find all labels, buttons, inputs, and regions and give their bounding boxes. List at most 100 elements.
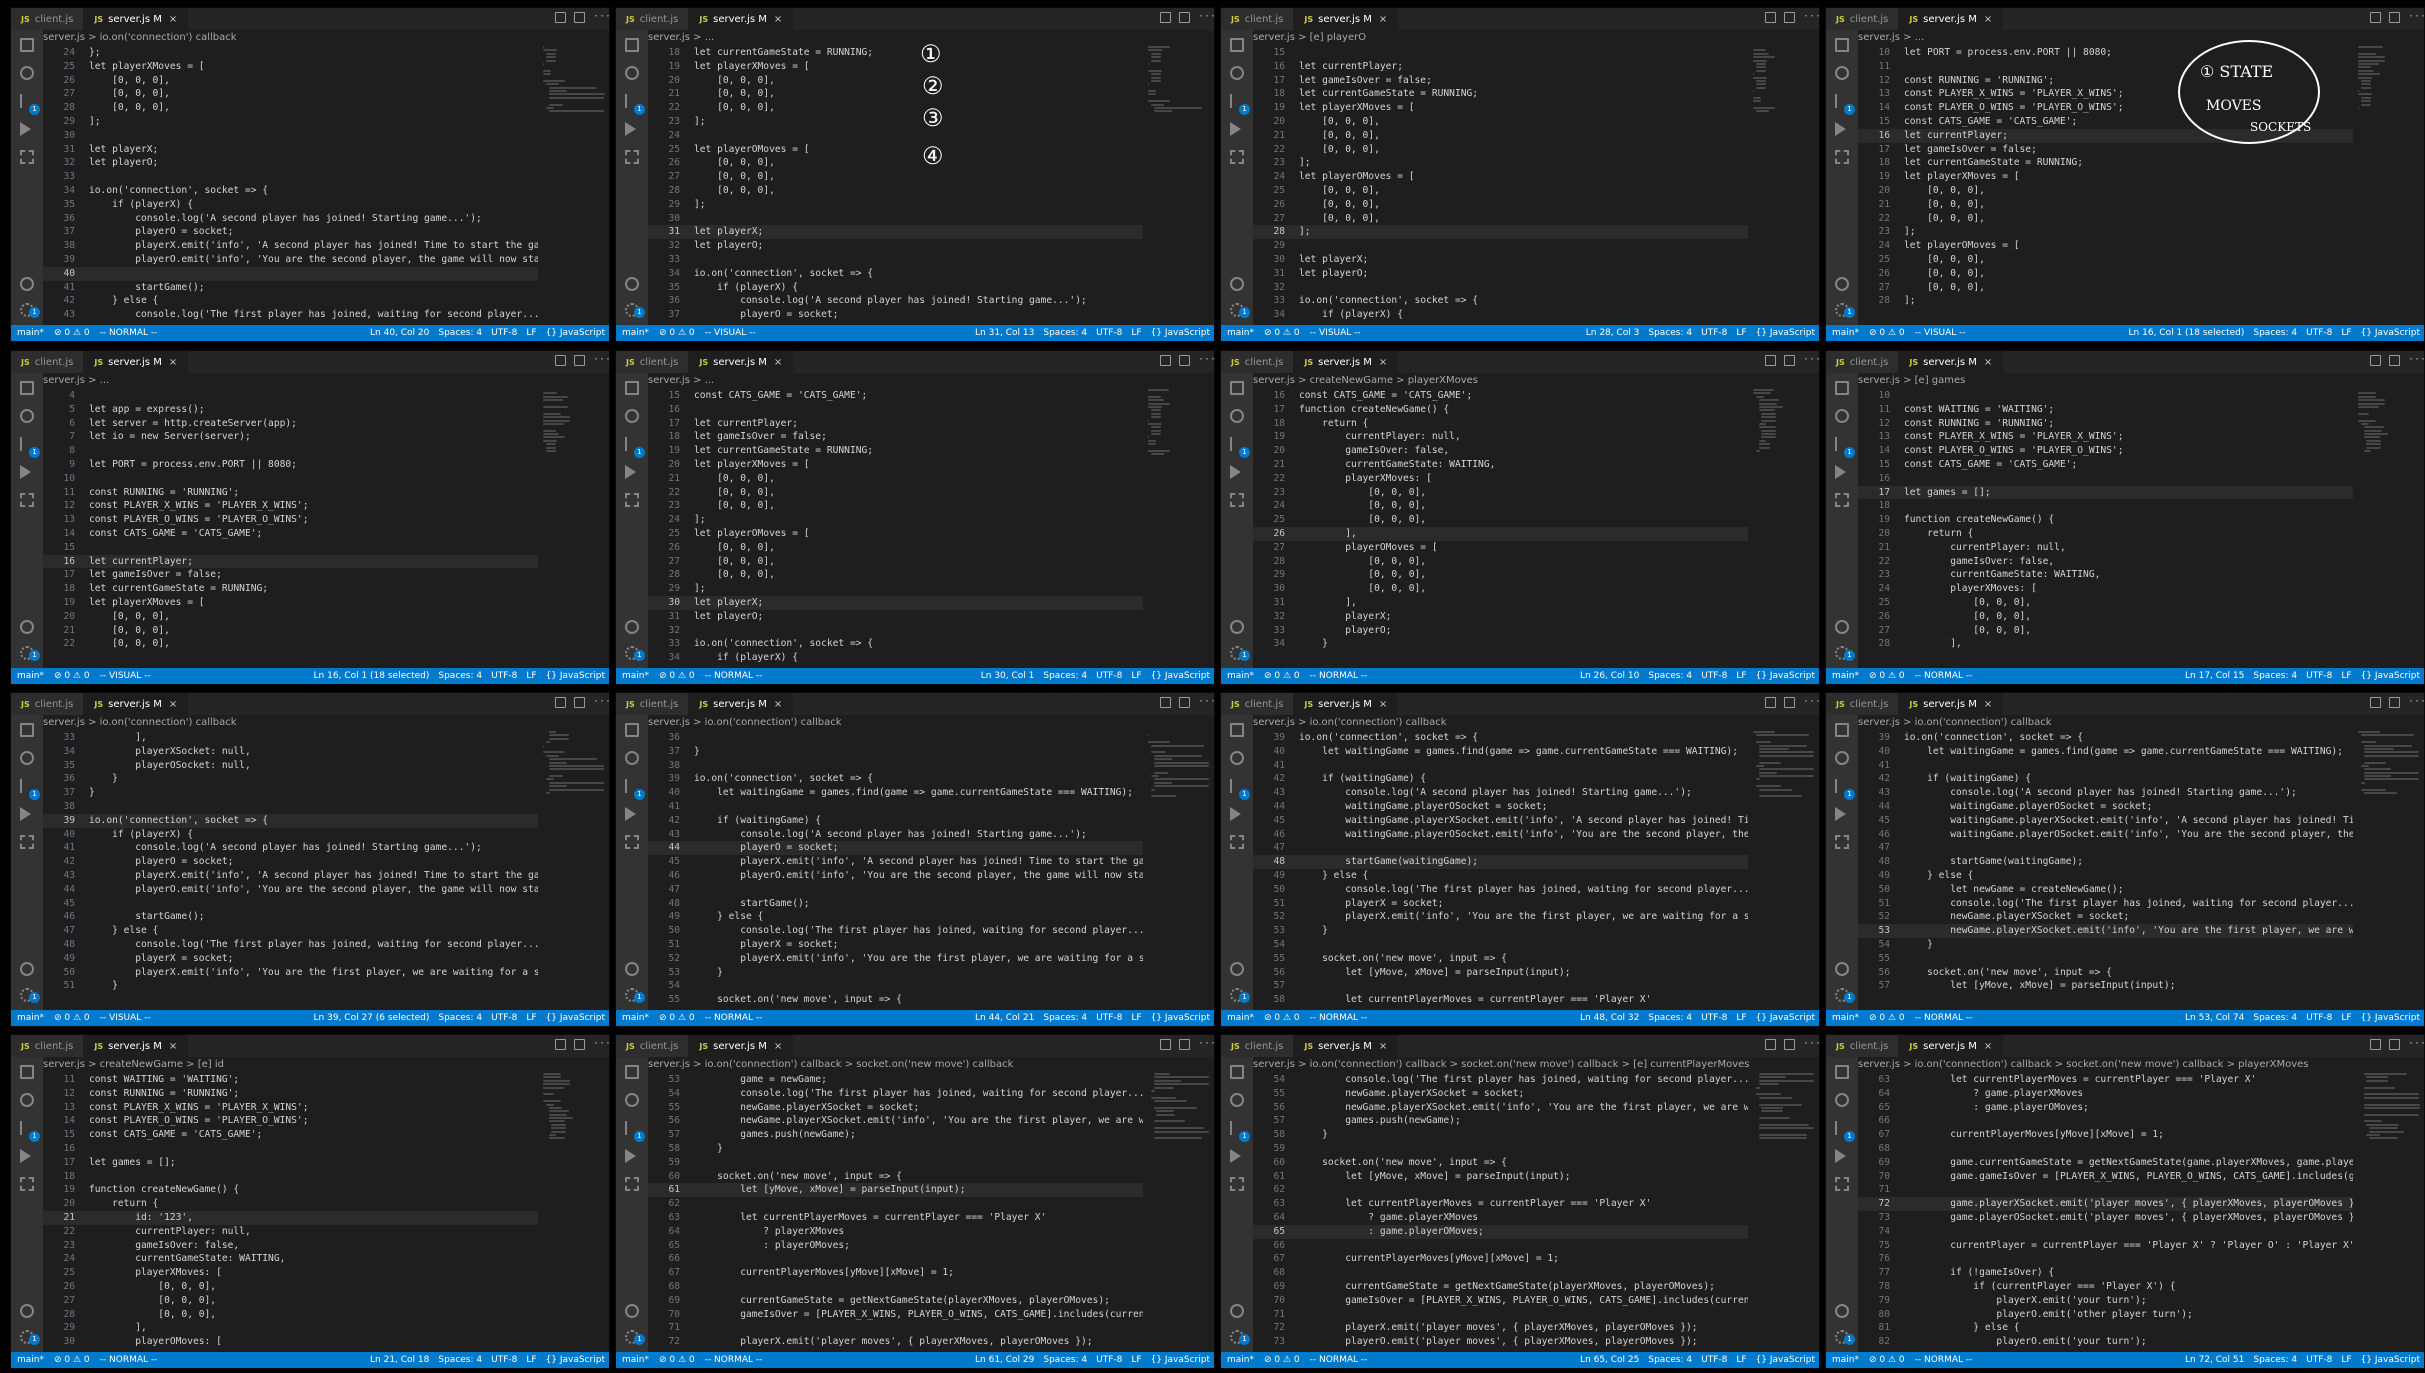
encoding[interactable]: UTF-8 <box>1701 325 1727 341</box>
language-mode[interactable]: {} JavaScript <box>2361 668 2420 684</box>
explorer-icon[interactable] <box>625 381 639 395</box>
close-icon[interactable]: × <box>1379 14 1387 25</box>
cursor-position[interactable]: Ln 28, Col 3 <box>1586 325 1640 341</box>
extensions-icon[interactable] <box>1835 493 1849 507</box>
vim-mode[interactable]: -- NORMAL -- <box>705 671 763 681</box>
vim-mode[interactable]: -- NORMAL -- <box>1915 1013 1973 1023</box>
open-changes-icon[interactable] <box>1765 697 1776 708</box>
run-debug-icon[interactable] <box>1230 465 1241 479</box>
explorer-icon[interactable] <box>20 381 34 395</box>
encoding[interactable]: UTF-8 <box>2306 325 2332 341</box>
account-icon[interactable] <box>1835 620 1849 634</box>
vim-mode[interactable]: -- NORMAL -- <box>1915 671 1973 681</box>
explorer-icon[interactable] <box>1230 381 1244 395</box>
close-icon[interactable]: × <box>1984 357 1992 368</box>
tab-client-js[interactable]: JS client.js <box>1221 693 1295 715</box>
explorer-icon[interactable] <box>20 38 34 52</box>
run-debug-icon[interactable] <box>20 122 31 136</box>
open-changes-icon[interactable] <box>1765 12 1776 23</box>
git-branch[interactable]: main* <box>17 1013 44 1023</box>
breadcrumb[interactable]: server.js > io.on('connection') callback <box>43 30 609 46</box>
split-editor-icon[interactable] <box>574 1039 585 1050</box>
indentation[interactable]: Spaces: 4 <box>1648 325 1692 341</box>
problems-count[interactable]: ⊘ 0 ⚠ 0 <box>1264 1355 1300 1365</box>
breadcrumb[interactable]: server.js > io.on('connection') callback… <box>1858 1057 2424 1073</box>
account-icon[interactable] <box>1230 620 1244 634</box>
search-icon[interactable] <box>1230 751 1244 765</box>
run-debug-icon[interactable] <box>20 807 31 821</box>
code-editor[interactable]: 15 16 let currentPlayer; 17 let gameIsOver =… <box>1253 46 1748 325</box>
more-actions-icon[interactable]: ··· <box>2408 355 2424 366</box>
language-mode[interactable]: {} JavaScript <box>1756 1010 1815 1026</box>
tab-server-js[interactable]: JS server.js M × <box>689 351 794 373</box>
git-branch[interactable]: main* <box>1227 1355 1254 1365</box>
indentation[interactable]: Spaces: 4 <box>438 325 482 341</box>
search-icon[interactable] <box>1230 66 1244 80</box>
indentation[interactable]: Spaces: 4 <box>1648 1352 1692 1368</box>
run-debug-icon[interactable] <box>1230 1149 1241 1163</box>
vim-mode[interactable]: -- VISUAL -- <box>100 1013 151 1023</box>
line-ending[interactable]: LF <box>1736 325 1746 341</box>
breadcrumb[interactable]: server.js > io.on('connection') callback <box>1858 715 2424 731</box>
run-debug-icon[interactable] <box>1835 807 1846 821</box>
language-mode[interactable]: {} JavaScript <box>546 668 605 684</box>
explorer-icon[interactable] <box>625 1065 639 1079</box>
minimap[interactable] <box>543 389 603 668</box>
cursor-position[interactable]: Ln 48, Col 32 <box>1580 1010 1639 1026</box>
account-icon[interactable] <box>20 277 34 291</box>
line-ending[interactable]: LF <box>526 325 536 341</box>
split-editor-icon[interactable] <box>2389 12 2400 23</box>
breadcrumb[interactable]: server.js > createNewGame > [e] id <box>43 1057 609 1073</box>
tab-client-js[interactable]: JS client.js <box>1826 8 1900 30</box>
code-editor[interactable]: 10 11 const WAITING = 'WAITING'; 12 const RU… <box>1858 389 2353 668</box>
line-ending[interactable]: LF <box>1131 668 1141 684</box>
open-changes-icon[interactable] <box>555 697 566 708</box>
open-changes-icon[interactable] <box>1160 355 1171 366</box>
account-icon[interactable] <box>1230 277 1244 291</box>
close-icon[interactable]: × <box>169 357 177 368</box>
run-debug-icon[interactable] <box>625 465 636 479</box>
close-icon[interactable]: × <box>169 699 177 710</box>
cursor-position[interactable]: Ln 40, Col 20 <box>370 325 429 341</box>
indentation[interactable]: Spaces: 4 <box>2253 1352 2297 1368</box>
more-actions-icon[interactable]: ··· <box>1198 1039 1214 1050</box>
code-editor[interactable]: 39 io.on('connection', socket => {40 let … <box>1253 731 1748 1010</box>
tab-client-js[interactable]: JS client.js <box>1221 351 1295 373</box>
close-icon[interactable]: × <box>169 1041 177 1052</box>
account-icon[interactable] <box>1835 277 1849 291</box>
tab-client-js[interactable]: JS client.js <box>1826 693 1900 715</box>
tab-client-js[interactable]: JS client.js <box>11 8 85 30</box>
open-changes-icon[interactable] <box>1160 697 1171 708</box>
tab-client-js[interactable]: JS client.js <box>11 1035 85 1057</box>
problems-count[interactable]: ⊘ 0 ⚠ 0 <box>1869 328 1905 338</box>
problems-count[interactable]: ⊘ 0 ⚠ 0 <box>54 1355 90 1365</box>
breadcrumb[interactable]: server.js > io.on('connection') callback… <box>1253 1057 1819 1073</box>
more-actions-icon[interactable]: ··· <box>1803 1039 1819 1050</box>
tab-client-js[interactable]: JS client.js <box>1826 351 1900 373</box>
code-editor[interactable]: 4 5 let app = express(); 6 let server = http… <box>43 389 538 668</box>
explorer-icon[interactable] <box>625 723 639 737</box>
search-icon[interactable] <box>1835 409 1849 423</box>
open-changes-icon[interactable] <box>1765 1039 1776 1050</box>
split-editor-icon[interactable] <box>2389 697 2400 708</box>
cursor-position[interactable]: Ln 16, Col 1 (18 selected) <box>314 668 430 684</box>
encoding[interactable]: UTF-8 <box>1701 1352 1727 1368</box>
close-icon[interactable]: × <box>1984 1041 1992 1052</box>
explorer-icon[interactable] <box>1835 381 1849 395</box>
search-icon[interactable] <box>1230 1093 1244 1107</box>
account-icon[interactable] <box>1230 962 1244 976</box>
more-actions-icon[interactable]: ··· <box>1803 697 1819 708</box>
tab-client-js[interactable]: JS client.js <box>11 351 85 373</box>
minimap[interactable] <box>543 1073 603 1352</box>
more-actions-icon[interactable]: ··· <box>1803 355 1819 366</box>
tab-server-js[interactable]: JS server.js M × <box>1294 8 1399 30</box>
language-mode[interactable]: {} JavaScript <box>2361 325 2420 341</box>
search-icon[interactable] <box>625 409 639 423</box>
encoding[interactable]: UTF-8 <box>1701 1010 1727 1026</box>
close-icon[interactable]: × <box>774 1041 782 1052</box>
git-branch[interactable]: main* <box>1832 1355 1859 1365</box>
more-actions-icon[interactable]: ··· <box>1198 12 1214 23</box>
problems-count[interactable]: ⊘ 0 ⚠ 0 <box>1869 1013 1905 1023</box>
tab-client-js[interactable]: JS client.js <box>616 1035 690 1057</box>
cursor-position[interactable]: Ln 65, Col 25 <box>1580 1352 1639 1368</box>
